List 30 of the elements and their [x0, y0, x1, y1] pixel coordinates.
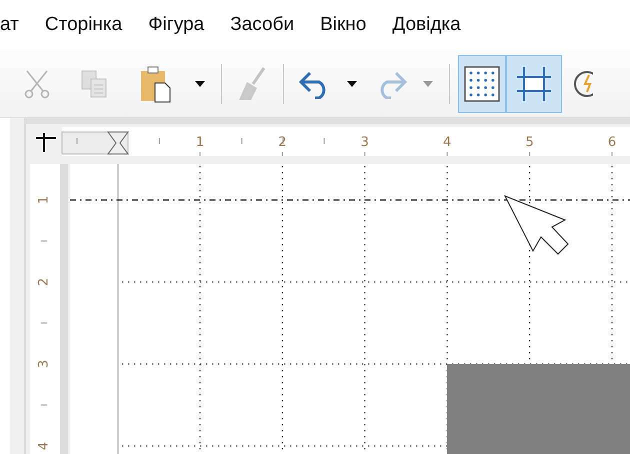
ruler-label: 3	[360, 135, 369, 150]
grid-button[interactable]	[458, 54, 506, 112]
ruler-label: 4	[443, 135, 452, 150]
dot-grid-icon	[463, 64, 501, 102]
ruler-label: 2	[36, 278, 52, 286]
copy-icon	[80, 68, 108, 98]
menu-item[interactable]: Фігура	[148, 14, 204, 36]
caret-icon	[346, 80, 358, 88]
mouse-pointer-icon	[504, 195, 569, 255]
hash-grid-icon	[515, 64, 553, 102]
ruler-label: 3	[36, 360, 52, 368]
caret-icon	[194, 80, 206, 88]
snap-guide-line[interactable]	[70, 199, 630, 201]
ruler-label: 1	[196, 135, 204, 150]
menu-item[interactable]: Довідка	[392, 14, 461, 36]
ruler-label: 4	[36, 442, 52, 450]
indent-marker-icon[interactable]	[107, 132, 129, 154]
caret-icon	[422, 80, 434, 88]
menu-item[interactable]: Вікно	[320, 14, 366, 36]
ruler-label: 1	[36, 196, 52, 204]
menu-item[interactable]: Сторінка	[44, 14, 122, 36]
scissors-icon	[23, 68, 51, 98]
ruler-label: 2	[278, 135, 287, 150]
menu-item[interactable]: Засоби	[230, 14, 294, 36]
ruler-label: 5	[525, 135, 534, 150]
snap-button[interactable]	[506, 54, 562, 112]
paintbrush-icon	[237, 66, 267, 102]
menu-item[interactable]: ат	[0, 14, 19, 36]
ruler-label: 6	[608, 135, 616, 150]
crosshair-icon	[36, 133, 56, 152]
